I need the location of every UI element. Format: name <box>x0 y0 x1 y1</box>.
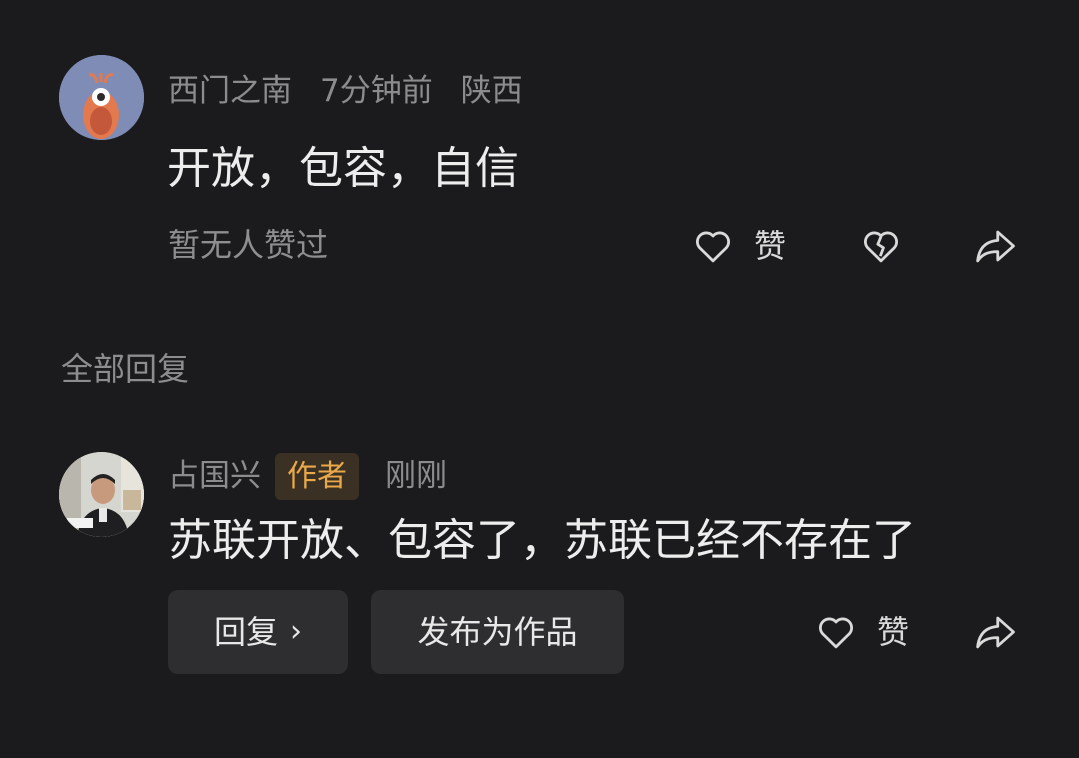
heart-outline-icon <box>692 225 734 267</box>
share-arrow-icon <box>973 225 1019 267</box>
reply-button-label: 回复 <box>213 613 278 651</box>
share-button[interactable] <box>973 225 1019 267</box>
heart-outline-icon <box>815 611 857 653</box>
dislike-button[interactable] <box>860 225 902 267</box>
reply-time: 刚刚 <box>385 458 447 494</box>
username[interactable]: 西门之南 <box>168 76 292 107</box>
avatar-top-commenter[interactable] <box>59 55 144 140</box>
comment-location: 陕西 <box>460 73 523 109</box>
shrimp-avatar-icon <box>59 55 144 140</box>
person-photo-icon <box>59 452 144 537</box>
comment-meta: 西门之南 7分钟前 陕西 <box>168 76 551 107</box>
like-button[interactable]: 赞 <box>815 611 909 653</box>
chevron-right-icon: › <box>290 614 302 649</box>
broken-heart-icon <box>860 225 902 267</box>
share-arrow-icon <box>973 611 1019 653</box>
comment-time: 7分钟前 <box>320 73 433 109</box>
like-button[interactable]: 赞 <box>692 225 786 267</box>
likes-status: 暂无人赞过 <box>168 226 329 264</box>
publish-as-work-button[interactable]: 发布为作品 <box>371 590 624 674</box>
share-button[interactable] <box>973 611 1019 653</box>
username[interactable]: 占国兴 <box>168 461 261 492</box>
publish-button-label: 发布为作品 <box>417 613 578 651</box>
reply-text: 苏联开放、包容了，苏联已经不存在了 <box>168 515 916 566</box>
reply-button[interactable]: 回复 › <box>168 590 348 674</box>
reply-meta: 占国兴 作者 刚刚 <box>168 453 447 500</box>
avatar-reply-author[interactable] <box>59 452 144 537</box>
like-label: 赞 <box>877 613 910 651</box>
like-label: 赞 <box>754 227 787 265</box>
comment-text: 开放，包容，自信 <box>167 143 519 194</box>
all-replies-heading: 全部回复 <box>61 350 190 388</box>
author-badge: 作者 <box>275 453 359 500</box>
